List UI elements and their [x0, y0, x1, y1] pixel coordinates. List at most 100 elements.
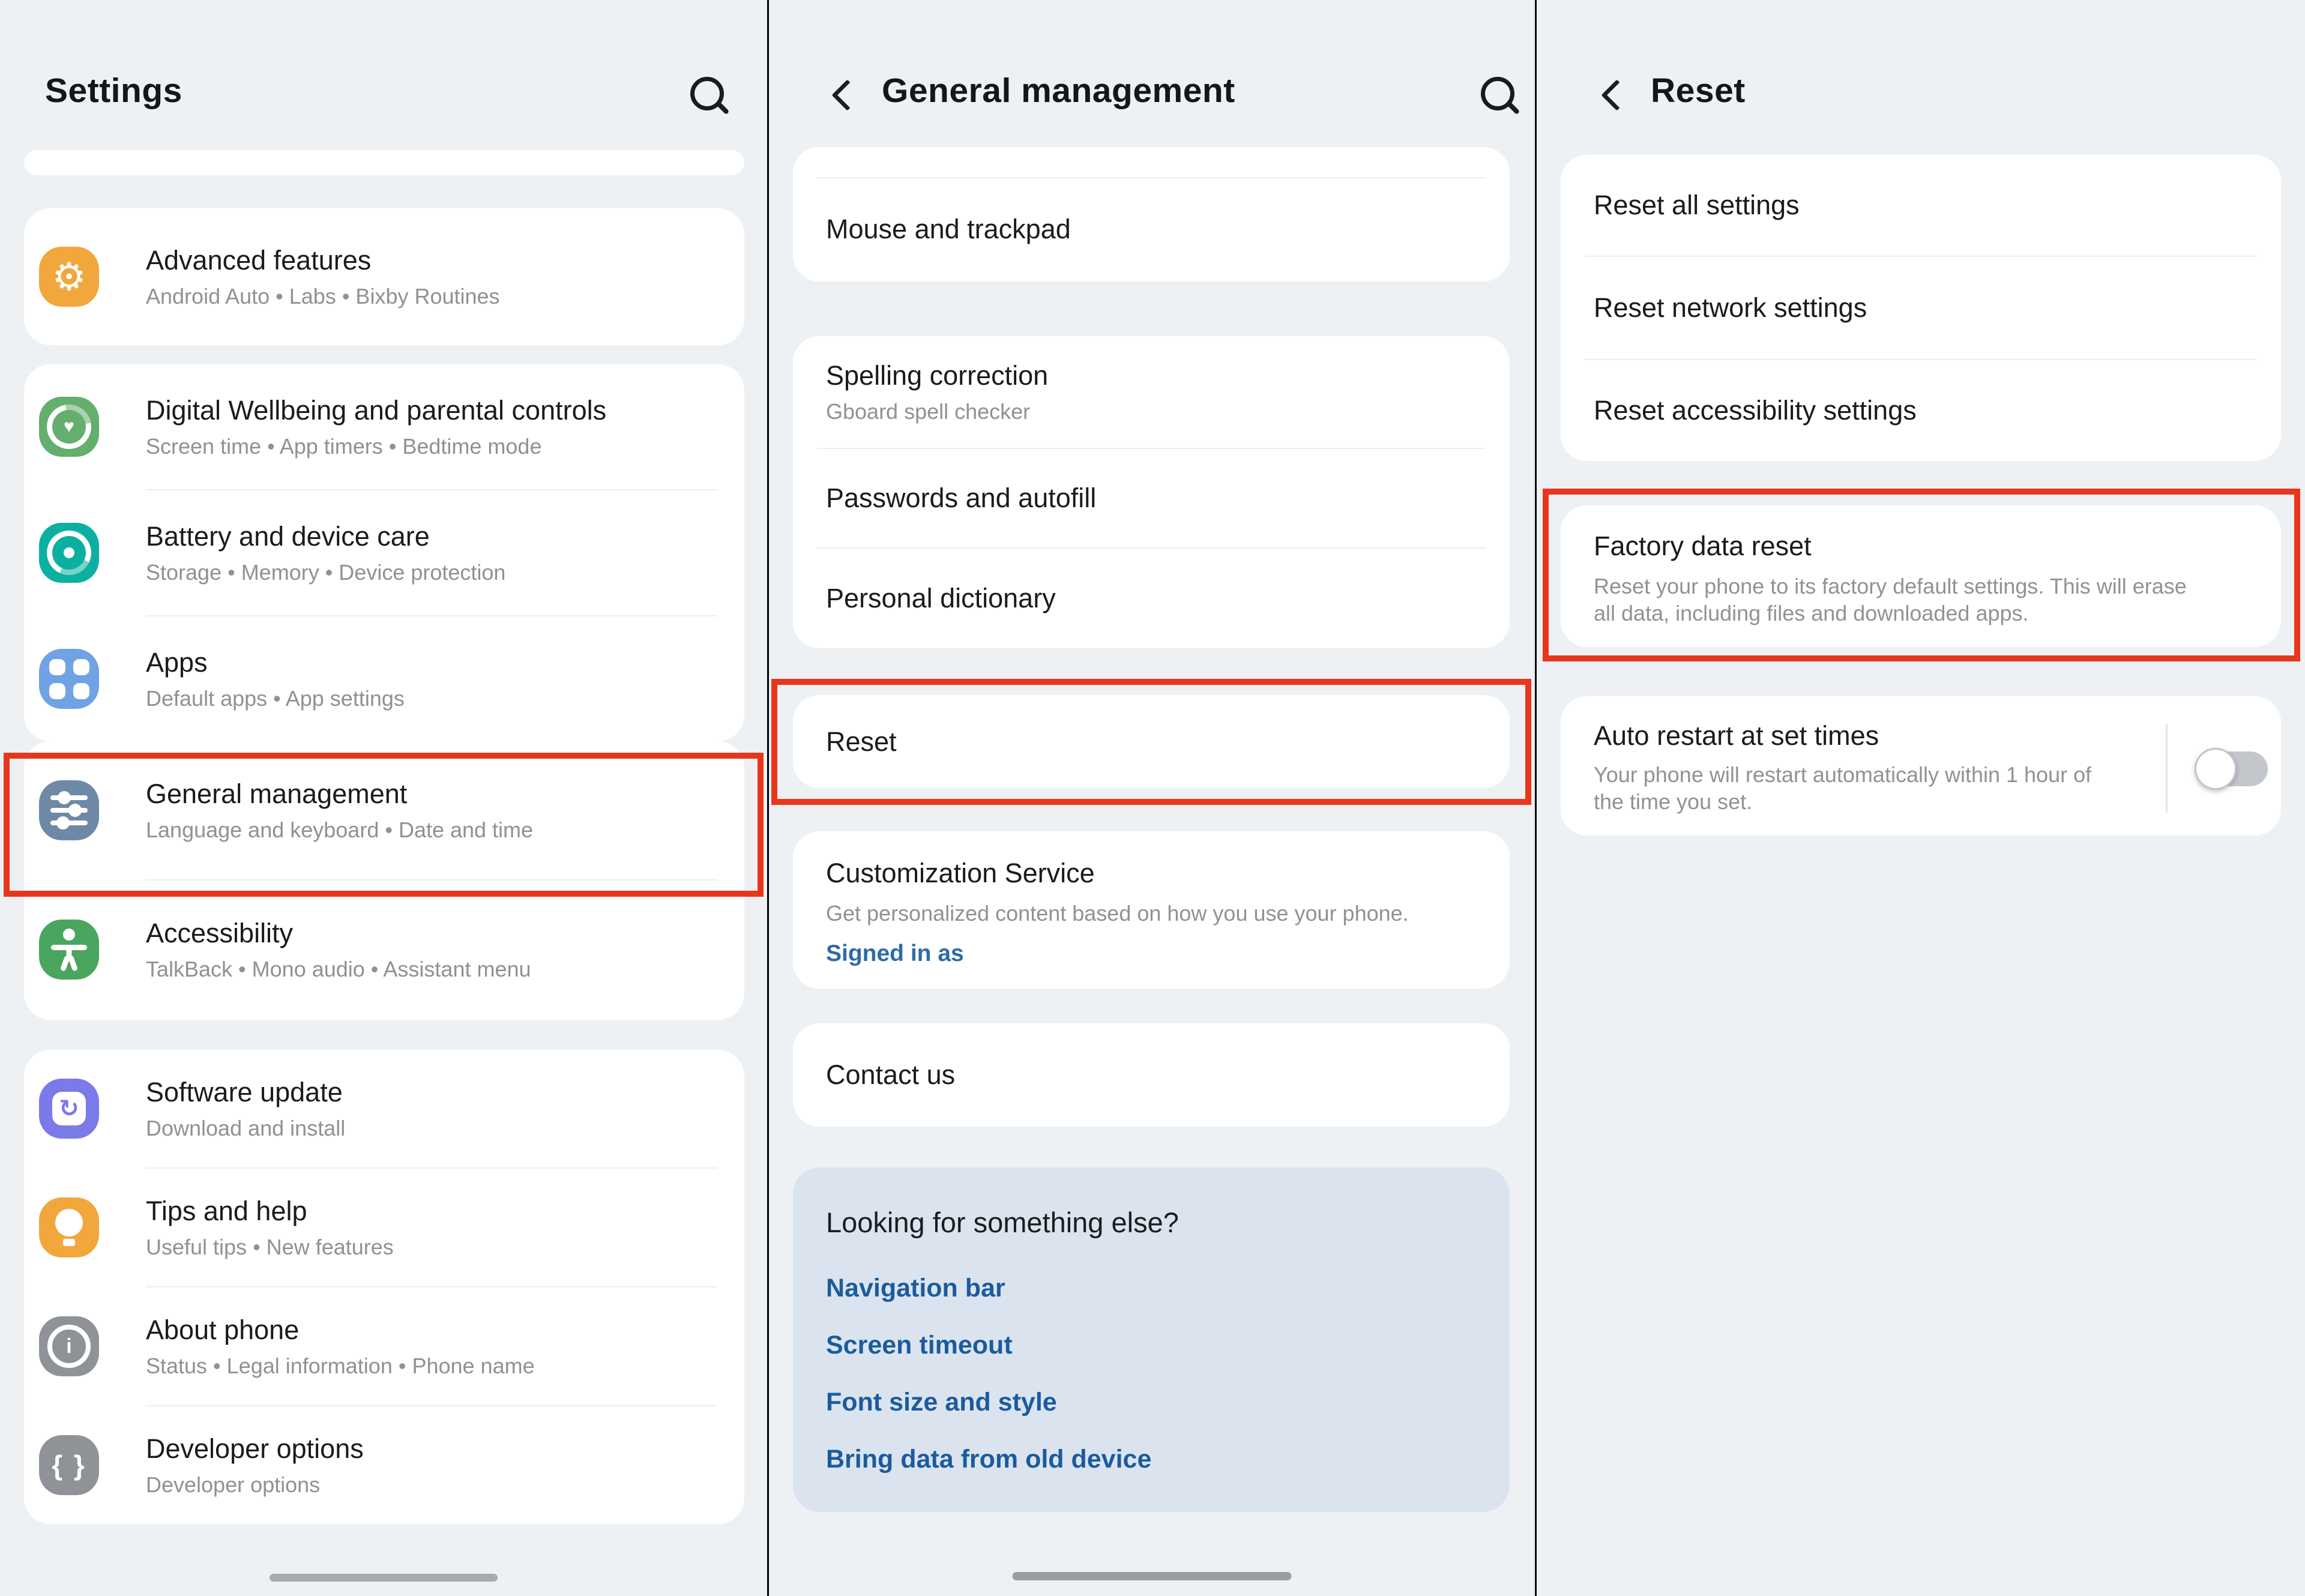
- item-title: Advanced features: [146, 245, 500, 276]
- gm-card-top: Mouse and trackpad: [793, 147, 1510, 282]
- settings-item-software-update[interactable]: ↻ Software update Download and install: [24, 1050, 744, 1167]
- item-title: Software update: [146, 1077, 345, 1108]
- item-title: Auto restart at set times: [1594, 720, 2134, 751]
- page-title: Settings: [45, 71, 182, 110]
- item-title: Reset all settings: [1594, 190, 2281, 221]
- digital-wellbeing-icon: ♥: [39, 397, 99, 457]
- item-title: Apps: [146, 647, 405, 678]
- item-title: Personal dictionary: [826, 583, 1510, 614]
- gm-item-customization-service[interactable]: Customization Service Get personalized c…: [793, 831, 1510, 967]
- item-subtitle: Android Auto • Labs • Bixby Routines: [146, 284, 500, 309]
- item-title: Reset accessibility settings: [1594, 395, 2281, 426]
- settings-item-advanced-features[interactable]: ⚙ Advanced features Android Auto • Labs …: [24, 208, 744, 345]
- item-title: Reset: [826, 726, 1510, 757]
- page-title: General management: [882, 71, 1235, 110]
- item-subtitle: Useful tips • New features: [146, 1235, 394, 1260]
- search-icon[interactable]: [690, 77, 725, 112]
- settings-card-system: ♥ Digital Wellbeing and parental control…: [24, 364, 744, 741]
- back-icon[interactable]: [1601, 79, 1632, 110]
- link-bring-data-old-device[interactable]: Bring data from old device: [826, 1445, 1477, 1474]
- general-management-screen: General management Mouse and trackpad Sp…: [769, 0, 1535, 1596]
- tips-help-icon: [39, 1197, 99, 1257]
- gm-item-personal-dictionary[interactable]: Personal dictionary: [793, 549, 1510, 648]
- about-phone-icon: i: [39, 1316, 99, 1376]
- item-subtitle: Gboard spell checker: [826, 399, 1510, 424]
- link-screen-timeout[interactable]: Screen timeout: [826, 1331, 1477, 1360]
- item-title: Accessibility: [146, 918, 531, 949]
- settings-card-management: General management Language and keyboard…: [24, 741, 744, 1020]
- gm-card-looking: Looking for something else? Navigation b…: [793, 1167, 1510, 1512]
- item-description: Reset your phone to its factory default …: [1594, 573, 2212, 627]
- developer-options-icon: { }: [39, 1435, 99, 1495]
- reset-item-factory-data-reset[interactable]: Factory data reset Reset your phone to i…: [1561, 505, 2281, 627]
- settings-item-tips-and-help[interactable]: Tips and help Useful tips • New features: [24, 1169, 744, 1286]
- auto-restart-toggle[interactable]: [2198, 751, 2268, 786]
- gm-item-passwords-autofill[interactable]: Passwords and autofill: [793, 449, 1510, 547]
- item-subtitle: Get personalized content based on how yo…: [826, 901, 1477, 926]
- reset-card-auto-restart: Auto restart at set times Your phone wil…: [1561, 696, 2281, 836]
- reset-item-accessibility-settings[interactable]: Reset accessibility settings: [1561, 360, 2281, 461]
- item-title: Developer options: [146, 1433, 364, 1465]
- settings-item-accessibility[interactable]: Accessibility TalkBack • Mono audio • As…: [24, 881, 744, 1019]
- item-title: Battery and device care: [146, 521, 505, 552]
- settings-card-advanced: ⚙ Advanced features Android Auto • Labs …: [24, 208, 744, 345]
- link-navigation-bar[interactable]: Navigation bar: [826, 1274, 1477, 1303]
- looking-title: Looking for something else?: [826, 1206, 1477, 1239]
- accessibility-icon: [39, 920, 99, 980]
- item-title: General management: [146, 778, 533, 810]
- gm-item-spelling-correction[interactable]: Spelling correction Gboard spell checker: [793, 336, 1510, 448]
- item-title: Reset network settings: [1594, 292, 2281, 324]
- gm-card-customization: Customization Service Get personalized c…: [793, 831, 1510, 989]
- link-font-size-style[interactable]: Font size and style: [826, 1388, 1477, 1417]
- battery-device-care-icon: [39, 523, 99, 583]
- item-title: Tips and help: [146, 1196, 394, 1227]
- apps-icon: [39, 649, 99, 709]
- settings-card-info: ↻ Software update Download and install T…: [24, 1050, 744, 1524]
- signed-in-as-link[interactable]: Signed in as: [826, 941, 1477, 967]
- toggle-thumb: [2195, 748, 2237, 790]
- reset-card-options: Reset all settings Reset network setting…: [1561, 155, 2281, 461]
- item-subtitle: Screen time • App timers • Bedtime mode: [146, 434, 606, 459]
- item-title: Factory data reset: [1594, 531, 2239, 562]
- settings-item-digital-wellbeing[interactable]: ♥ Digital Wellbeing and parental control…: [24, 364, 744, 489]
- advanced-features-icon: ⚙: [39, 247, 99, 307]
- reset-item-all-settings[interactable]: Reset all settings: [1561, 155, 2281, 256]
- gm-card-contact: Contact us: [793, 1023, 1510, 1127]
- item-subtitle: Status • Legal information • Phone name: [146, 1354, 535, 1379]
- settings-item-general-management[interactable]: General management Language and keyboard…: [24, 741, 744, 879]
- item-subtitle: Download and install: [146, 1116, 345, 1141]
- gm-item-contact-us[interactable]: Contact us: [793, 1023, 1510, 1127]
- item-title: Passwords and autofill: [826, 483, 1510, 514]
- settings-item-about-phone[interactable]: i About phone Status • Legal information…: [24, 1287, 744, 1405]
- item-title: Digital Wellbeing and parental controls: [146, 395, 606, 426]
- item-title: Mouse and trackpad: [826, 214, 1510, 245]
- divider: [2166, 724, 2168, 813]
- settings-item-apps[interactable]: Apps Default apps • App settings: [24, 616, 744, 741]
- settings-item-battery-device-care[interactable]: Battery and device care Storage • Memory…: [24, 490, 744, 615]
- item-subtitle: Developer options: [146, 1472, 364, 1498]
- gm-item-mouse-trackpad[interactable]: Mouse and trackpad: [793, 178, 1510, 280]
- gm-card-reset: Reset: [793, 695, 1510, 788]
- item-description: Your phone will restart automatically wi…: [1594, 761, 2122, 815]
- item-subtitle: TalkBack • Mono audio • Assistant menu: [146, 957, 531, 982]
- scrolled-card-remnant: [24, 150, 744, 175]
- item-subtitle: Storage • Memory • Device protection: [146, 560, 505, 585]
- gm-card-input: Spelling correction Gboard spell checker…: [793, 336, 1510, 648]
- reset-item-auto-restart[interactable]: Auto restart at set times Your phone wil…: [1561, 696, 2281, 836]
- gesture-bar[interactable]: [270, 1574, 498, 1582]
- gm-item-reset[interactable]: Reset: [793, 695, 1510, 788]
- page-title: Reset: [1651, 71, 1746, 110]
- reset-screen: Reset Reset all settings Reset network s…: [1537, 0, 2305, 1596]
- search-icon[interactable]: [1481, 77, 1516, 112]
- item-title: Spelling correction: [826, 360, 1510, 391]
- settings-item-developer-options[interactable]: { } Developer options Developer options: [24, 1406, 744, 1524]
- item-title: Customization Service: [826, 858, 1477, 889]
- back-icon[interactable]: [831, 79, 863, 110]
- reset-item-network-settings[interactable]: Reset network settings: [1561, 257, 2281, 359]
- settings-screen: Settings ⚙ Advanced features Android Aut…: [0, 0, 767, 1596]
- general-management-icon: [39, 780, 99, 840]
- item-title: Contact us: [826, 1059, 1510, 1091]
- item-title: About phone: [146, 1314, 535, 1346]
- software-update-icon: ↻: [39, 1079, 99, 1139]
- gesture-bar[interactable]: [1013, 1572, 1292, 1580]
